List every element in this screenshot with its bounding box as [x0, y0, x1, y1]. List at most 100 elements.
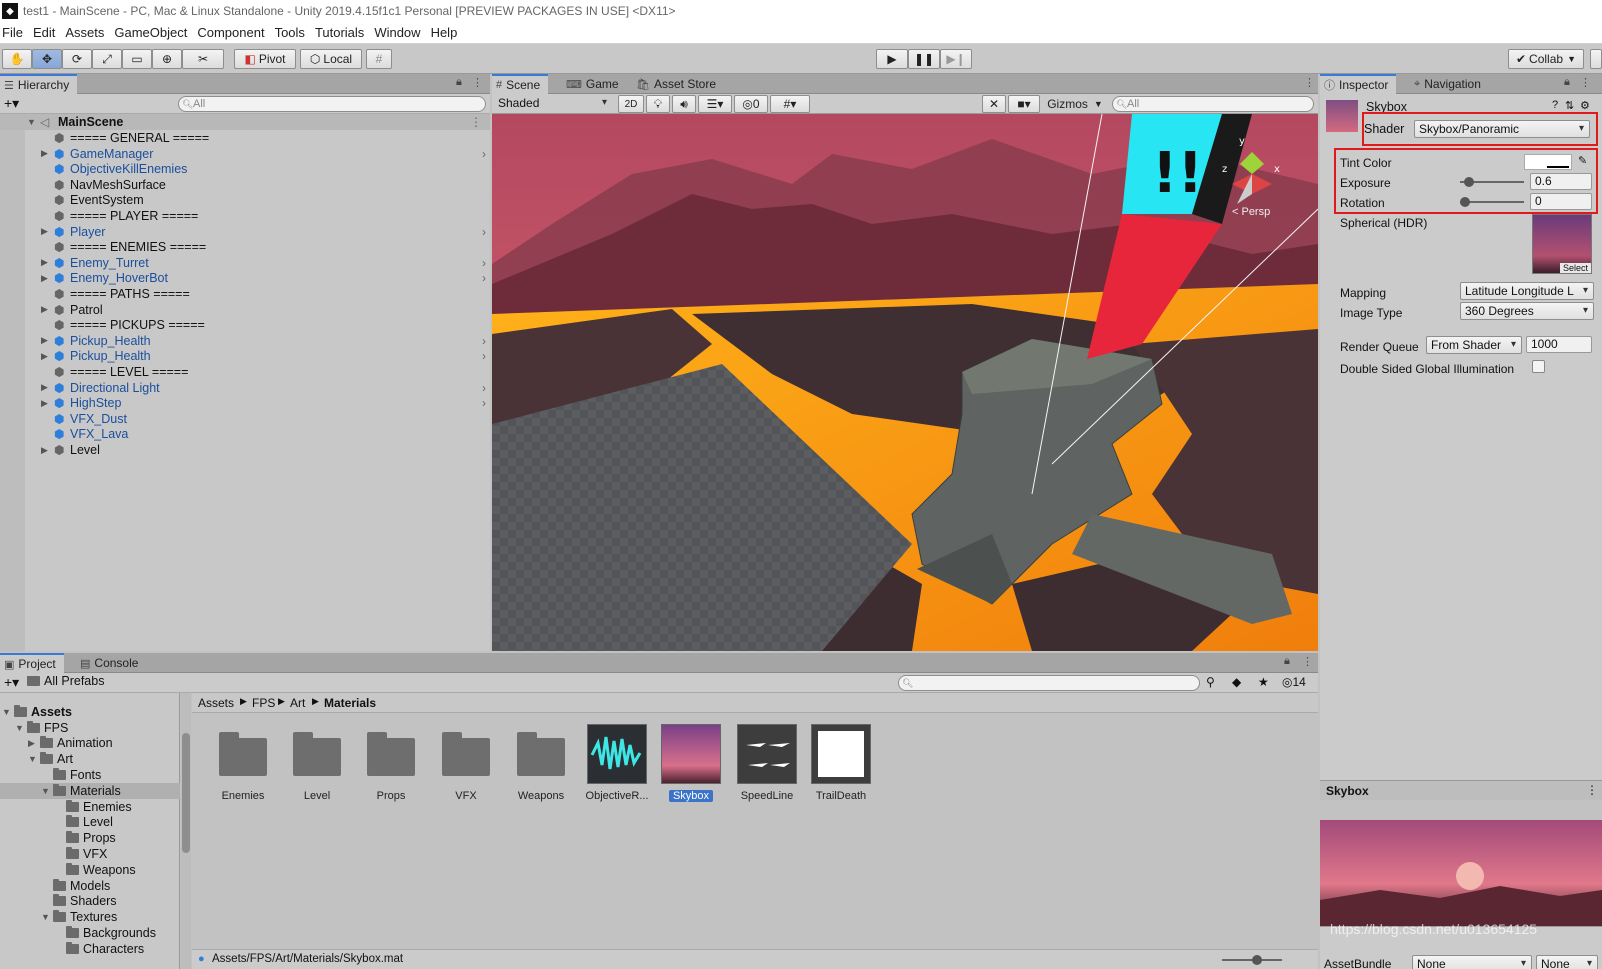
local-toggle-button[interactable]: ⬡ Local — [300, 49, 362, 69]
skybox-preview[interactable] — [1320, 820, 1602, 926]
panel-menu-icon[interactable]: ⋮ — [1302, 655, 1313, 668]
hierarchy-item[interactable]: ▶ ⬢ Enemy_Turret › — [0, 255, 490, 271]
hierarchy-item[interactable]: ▶ ⬢ Level — [0, 442, 490, 458]
expand-arrow-icon[interactable]: ▶ — [41, 273, 48, 284]
expand-arrow-icon[interactable]: ▼ — [41, 786, 50, 796]
project-tree-item[interactable]: All Prefabs — [0, 676, 180, 686]
hierarchy-item[interactable]: ▶ ⬢ HighStep › — [0, 395, 490, 411]
breadcrumb-fps[interactable]: FPS — [252, 696, 275, 710]
chevron-right-icon[interactable]: › — [482, 271, 486, 285]
expand-arrow-icon[interactable]: ▶ — [41, 382, 48, 393]
chevron-right-icon[interactable]: › — [482, 334, 486, 348]
filter-by-label-icon[interactable]: ◆ — [1232, 675, 1241, 689]
panel-menu-icon[interactable]: ⋮ — [472, 76, 483, 89]
tab-asset-store[interactable]: 🛍︎ Asset Store — [632, 74, 724, 94]
asset-tile-folder[interactable]: VFX — [429, 724, 503, 802]
chevron-right-icon[interactable]: › — [482, 225, 486, 239]
expand-arrow-icon[interactable]: ▶ — [41, 335, 48, 346]
scene-tools-button[interactable]: ✕ — [982, 95, 1006, 113]
help-icon[interactable]: ? — [1552, 99, 1558, 111]
menu-edit[interactable]: Edit — [33, 25, 63, 40]
hierarchy-item[interactable]: ▶ ⬢ Player › — [0, 224, 490, 240]
menu-tutorials[interactable]: Tutorials — [315, 25, 372, 40]
asset-bundle-variant-dropdown[interactable]: None — [1536, 955, 1598, 969]
lock-icon[interactable]: 🔒︎ — [456, 76, 462, 89]
breadcrumb-art[interactable]: Art — [290, 696, 305, 710]
hierarchy-item[interactable]: ⬢ NavMeshSurface — [0, 177, 490, 193]
chevron-right-icon[interactable]: › — [482, 381, 486, 395]
hierarchy-item[interactable]: ▶ ⬢ Enemy_HoverBot › — [0, 270, 490, 286]
scene-search-input[interactable]: 🔍︎ All — [1112, 96, 1314, 112]
asset-tile-folder[interactable]: Level — [280, 724, 354, 802]
step-button[interactable]: ▶❙ — [940, 49, 972, 69]
project-tree-item[interactable]: ▼ FPS — [0, 720, 180, 736]
hierarchy-item[interactable]: ⬢ VFX_Lava — [0, 426, 490, 442]
expand-arrow-icon[interactable]: ▼ — [15, 723, 24, 733]
expand-arrow-icon[interactable]: ▶ — [41, 304, 48, 315]
menu-assets[interactable]: Assets — [65, 25, 112, 40]
tab-game[interactable]: ⌨ Game — [562, 74, 627, 94]
hierarchy-item[interactable]: ▶ ⬢ Patrol — [0, 302, 490, 318]
hierarchy-item[interactable]: ⬢ VFX_Dust — [0, 411, 490, 427]
asset-tile-trail[interactable]: TrailDeath — [804, 724, 878, 802]
tab-inspector[interactable]: ⓘ Inspector — [1320, 74, 1397, 94]
asset-bundle-dropdown[interactable]: None — [1412, 955, 1532, 969]
grid-toggle[interactable]: #▾ — [770, 95, 810, 113]
gizmos-dropdown[interactable]: Gizmos ▼ — [1042, 95, 1108, 113]
scene-root-row[interactable]: ▼ ◁ MainScene ⋮ — [0, 114, 490, 130]
tree-scrollbar[interactable] — [181, 693, 191, 969]
hierarchy-item[interactable]: ⬢ ObjectiveKillEnemies — [0, 161, 490, 177]
favorites-star-icon[interactable]: ★ — [1258, 675, 1269, 689]
tab-hierarchy[interactable]: ☰ Hierarchy — [0, 74, 78, 94]
project-tree-item[interactable]: Characters — [0, 941, 180, 957]
hierarchy-item[interactable]: ▶ ⬢ Pickup_Health › — [0, 333, 490, 349]
project-tree-item[interactable]: Props — [0, 830, 180, 846]
menu-gameobject[interactable]: GameObject — [114, 25, 195, 40]
breadcrumb-assets[interactable]: Assets — [198, 696, 234, 710]
camera-settings-button[interactable]: ■▾ — [1008, 95, 1040, 113]
collab-button[interactable]: ✔ Collab ▼ — [1508, 49, 1584, 69]
scene-menu-icon[interactable]: ⋮ — [1304, 76, 1315, 89]
create-plus-icon[interactable]: +▾ — [4, 95, 19, 112]
tab-project[interactable]: ▣ Project — [0, 653, 64, 673]
expand-arrow-icon[interactable]: ▼ — [41, 912, 50, 922]
hierarchy-item[interactable]: ⬢ ===== PLAYER ===== — [0, 208, 490, 224]
rect-tool-button[interactable]: ▭ — [122, 49, 152, 69]
hierarchy-item[interactable]: ⬢ ===== PATHS ===== — [0, 286, 490, 302]
project-tree-item[interactable]: Level — [0, 814, 180, 830]
project-tree-item[interactable]: ▶ Animation — [0, 735, 180, 751]
hierarchy-item[interactable]: ⬢ EventSystem — [0, 192, 490, 208]
spherical-texture-slot[interactable]: Select — [1532, 214, 1592, 274]
menu-component[interactable]: Component — [197, 25, 272, 40]
filter-by-type-icon[interactable]: ⚲ — [1206, 675, 1215, 689]
chevron-right-icon[interactable]: › — [482, 396, 486, 410]
lighting-toggle[interactable]: 💡︎ — [646, 95, 670, 113]
rotate-tool-button[interactable]: ⟳ — [62, 49, 92, 69]
asset-tile-speedline[interactable]: SpeedLine — [730, 724, 804, 802]
asset-tile-folder[interactable]: Enemies — [206, 724, 280, 802]
project-tree-item[interactable]: ▼ Textures — [0, 909, 180, 925]
hierarchy-item[interactable]: ⬢ ===== LEVEL ===== — [0, 364, 490, 380]
transform-tool-button[interactable]: ⊕ — [152, 49, 182, 69]
expand-arrow-icon[interactable]: ▼ — [2, 707, 11, 717]
hierarchy-item[interactable]: ▶ ⬢ Directional Light › — [0, 380, 490, 396]
preset-icon[interactable]: ⇅ — [1565, 99, 1574, 112]
asset-tile-skybox[interactable]: Skybox — [654, 724, 728, 802]
account-button[interactable] — [1590, 49, 1602, 69]
expand-arrow-icon[interactable]: ▶ — [41, 226, 48, 237]
project-tree-item[interactable]: VFX — [0, 846, 180, 862]
scene-viewport[interactable]: !! y x z < Persp — [492, 114, 1318, 651]
custom-tool-button[interactable]: ✂ — [182, 49, 224, 69]
panel-menu-icon[interactable]: ⋮ — [1580, 76, 1591, 89]
project-tree-item[interactable]: Backgrounds — [0, 925, 180, 941]
expand-arrow-icon[interactable]: ▼ — [28, 754, 37, 764]
expand-arrow-icon[interactable]: ▶ — [41, 445, 48, 456]
pause-button[interactable]: ❚❚ — [908, 49, 940, 69]
expand-arrow-icon[interactable]: ▶ — [41, 257, 48, 268]
project-tree-item[interactable]: Models — [0, 878, 180, 894]
grid-snap-button[interactable]: # — [366, 49, 392, 69]
hierarchy-item[interactable]: ⬢ ===== GENERAL ===== — [0, 130, 490, 146]
hidden-packages-toggle[interactable]: ◎14 — [1282, 675, 1306, 689]
select-texture-button[interactable]: Select — [1559, 263, 1591, 273]
scale-tool-button[interactable]: ⤢ — [92, 49, 122, 69]
